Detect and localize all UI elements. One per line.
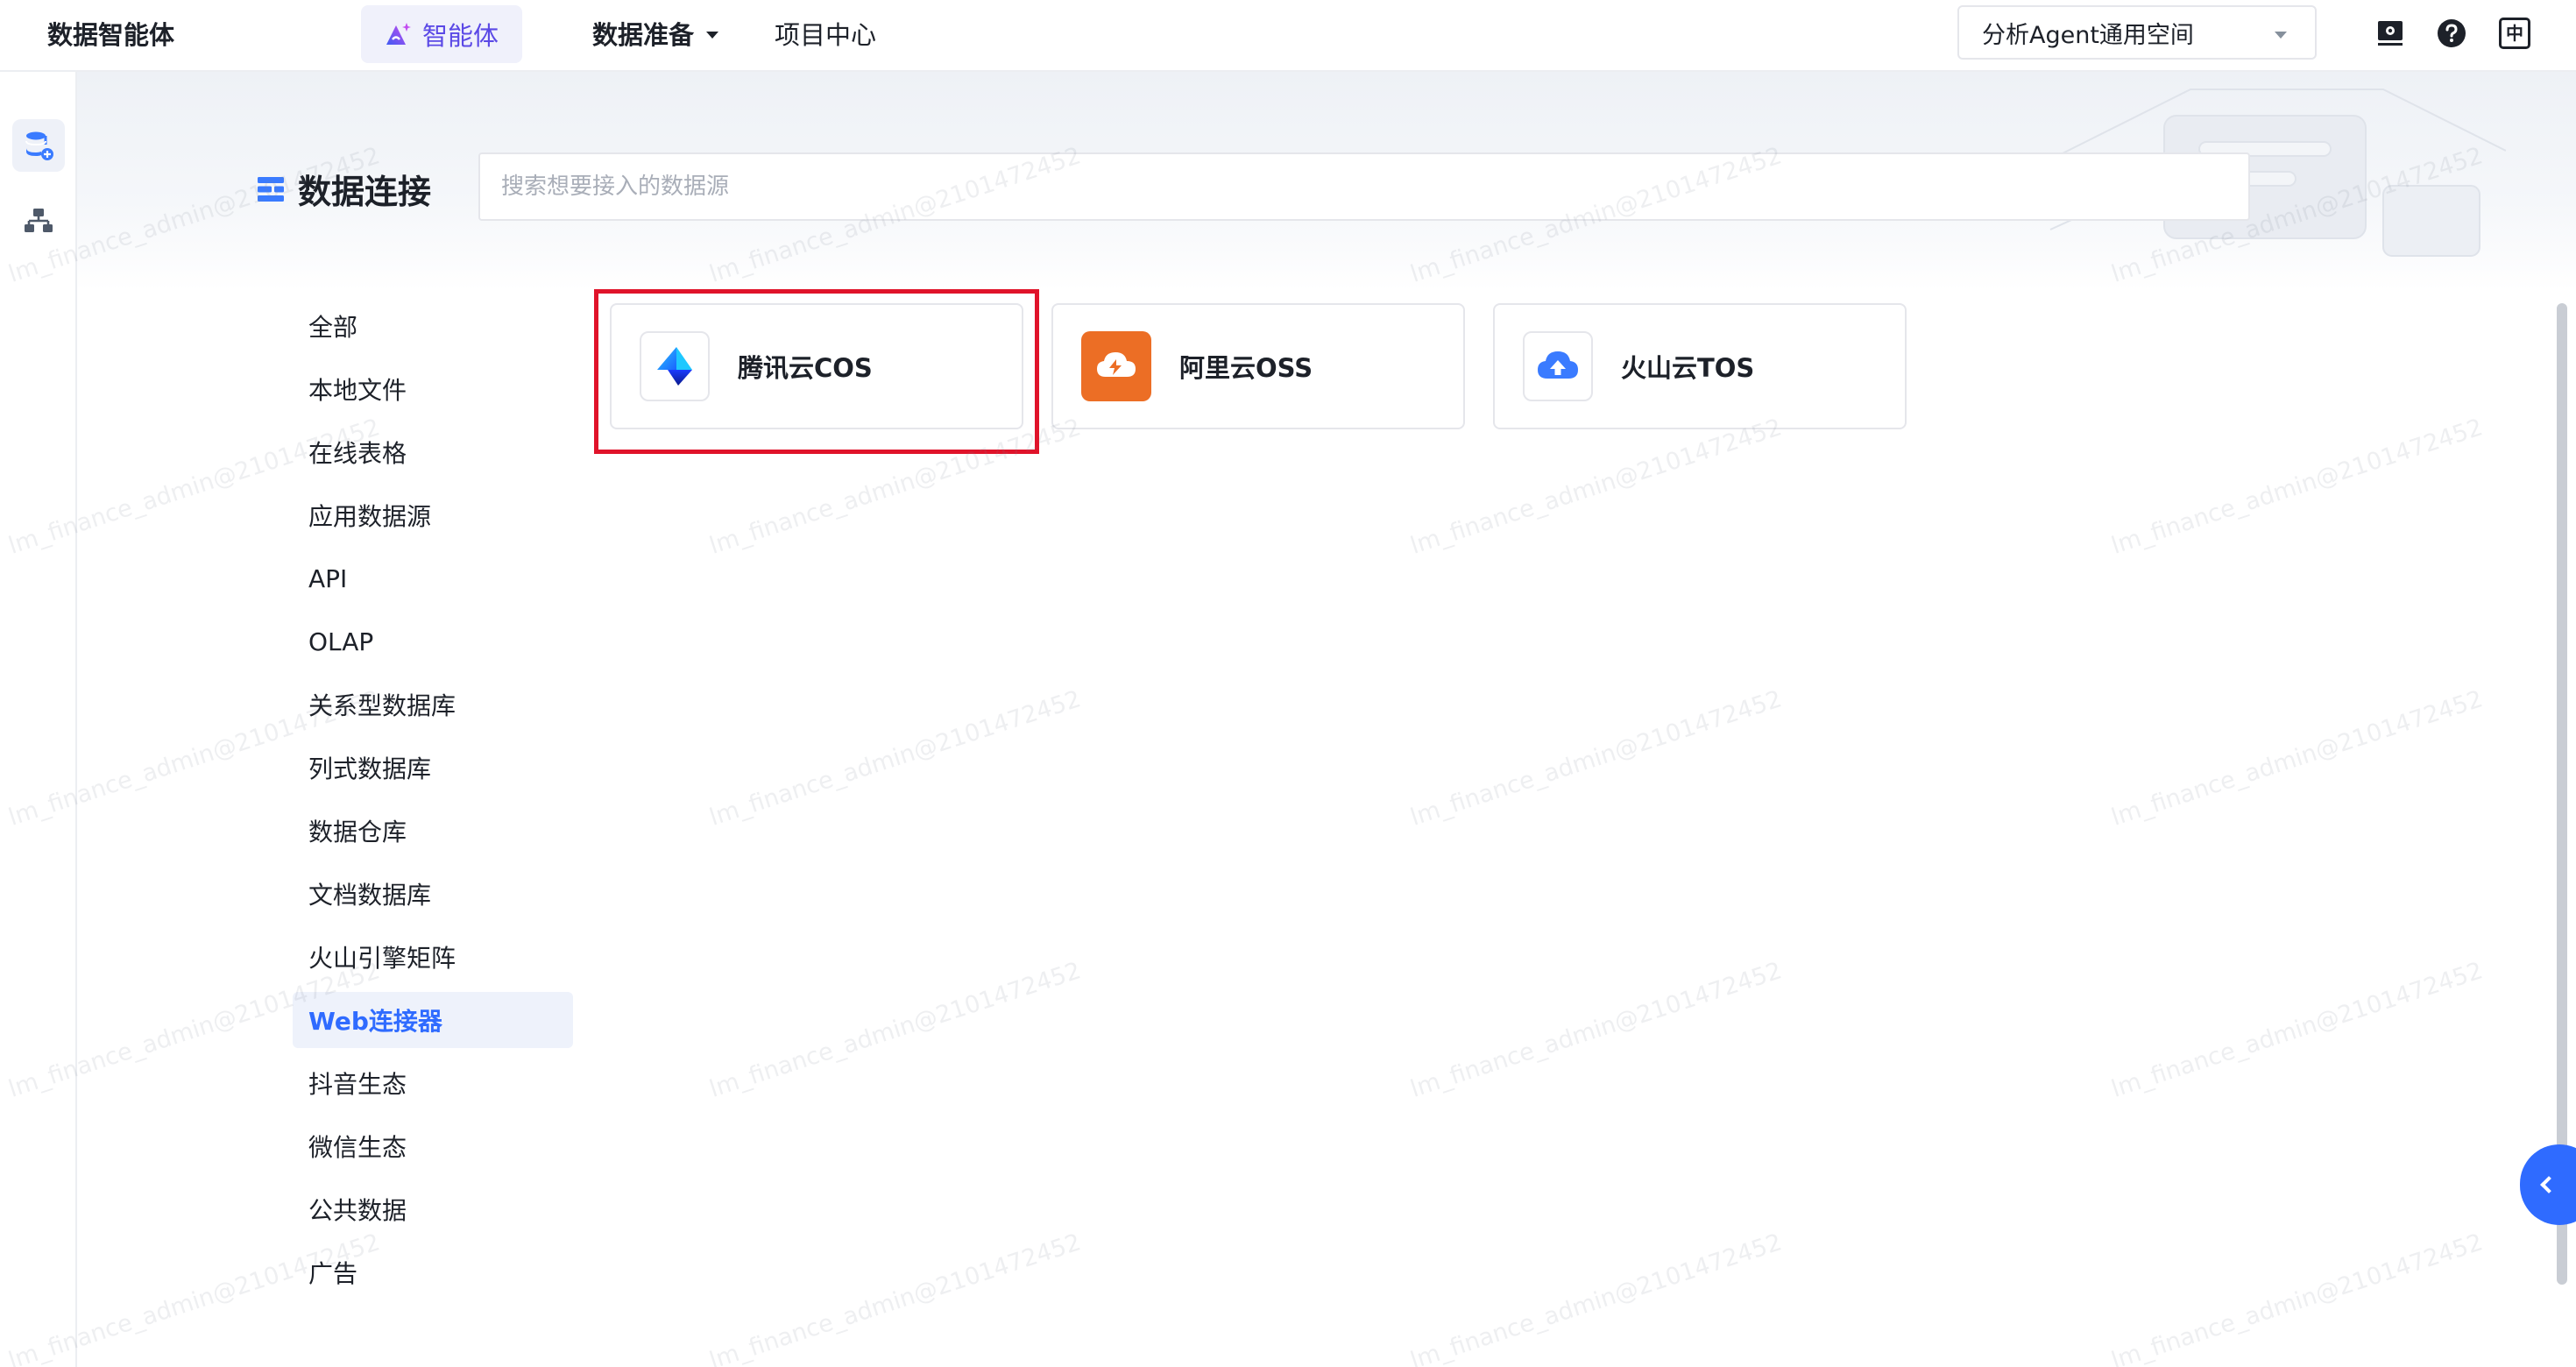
rail-item-data-connection[interactable] <box>12 119 65 172</box>
nav-agent-label: 智能体 <box>422 21 499 51</box>
left-rail <box>0 72 77 1367</box>
watermark-text: lm_finance_admin@2101472452 <box>706 414 1085 560</box>
chevron-left-icon <box>2540 1176 2558 1193</box>
database-add-icon <box>25 131 53 160</box>
category-item[interactable]: Web连接器 <box>293 992 573 1048</box>
hierarchy-icon <box>25 209 53 232</box>
category-item[interactable]: 全部 <box>293 298 573 354</box>
watermark-text: lm_finance_admin@2101472452 <box>2108 685 2487 832</box>
watermark-text: lm_finance_admin@2101472452 <box>706 1229 1085 1367</box>
connector-name: 火山云TOS <box>1621 353 1755 383</box>
watermark-text: lm_finance_admin@2101472452 <box>706 957 1085 1103</box>
help-icon[interactable] <box>2436 18 2467 49</box>
volcano-tos-icon <box>1523 331 1593 401</box>
datasource-search-input[interactable] <box>478 152 2250 221</box>
category-item[interactable]: 微信生态 <box>293 1118 573 1174</box>
category-item[interactable]: 广告 <box>293 1244 573 1300</box>
aliyun-oss-icon <box>1081 331 1151 401</box>
connector-card-volcano-tos[interactable]: 火山云TOS <box>1493 303 1907 429</box>
connector-name: 阿里云OSS <box>1179 353 1313 383</box>
language-icon[interactable]: 中 <box>2499 18 2530 49</box>
watermark-text: lm_finance_admin@2101472452 <box>2108 1229 2487 1367</box>
app-title: 数据智能体 <box>47 20 175 50</box>
screen-record-icon[interactable] <box>2374 18 2406 49</box>
tencent-cos-icon <box>640 331 710 401</box>
agent-sparkle-icon <box>386 23 411 45</box>
category-item[interactable]: 本地文件 <box>293 361 573 417</box>
watermark-text: lm_finance_admin@2101472452 <box>1407 685 1786 832</box>
watermark-text: lm_finance_admin@2101472452 <box>1407 957 1786 1103</box>
caret-down-icon <box>706 32 719 39</box>
nav-data-prep-label: 数据准备 <box>592 20 695 50</box>
workspace-select[interactable]: 分析Agent通用空间 <box>1957 5 2317 60</box>
category-item[interactable]: 在线表格 <box>293 424 573 480</box>
watermark-text: lm_finance_admin@2101472452 <box>1407 1229 1786 1367</box>
watermark-text: lm_finance_admin@2101472452 <box>706 685 1085 832</box>
workspace-select-value: 分析Agent通用空间 <box>1982 21 2194 49</box>
category-item[interactable]: OLAP <box>293 613 573 669</box>
category-item[interactable]: API <box>293 550 573 606</box>
data-connection-icon <box>258 176 284 202</box>
watermark-text: lm_finance_admin@2101472452 <box>2108 957 2487 1103</box>
collapse-panel-button[interactable] <box>2520 1144 2576 1225</box>
category-list: 全部本地文件在线表格应用数据源 API OLAP 关系型数据库 列式数据库数据仓库文档数… <box>293 298 573 1307</box>
page-title-text: 数据连接 <box>298 173 432 211</box>
caret-down-icon <box>2275 32 2287 39</box>
category-item[interactable]: 应用数据源 <box>293 487 573 543</box>
category-item[interactable]: 火山引擎矩阵 <box>293 929 573 985</box>
page-title: 数据连接 <box>256 165 431 213</box>
nav-agent-tab[interactable]: 智能体 <box>361 5 522 63</box>
content-scrollbar[interactable] <box>2557 303 2567 1285</box>
connector-card-tencent-cos[interactable]: 腾讯云COS <box>610 303 1023 429</box>
rail-item-hierarchy[interactable] <box>12 195 65 247</box>
nav-project-center[interactable]: 项目中心 <box>775 18 876 53</box>
watermark-text: lm_finance_admin@2101472452 <box>2108 414 2487 560</box>
category-item[interactable]: 关系型数据库 <box>293 676 573 733</box>
connector-name: 腾讯云COS <box>738 353 873 383</box>
category-item[interactable]: 公共数据 <box>293 1181 573 1237</box>
watermark-text: lm_finance_admin@2101472452 <box>1407 414 1786 560</box>
category-item[interactable]: 数据仓库 <box>293 803 573 859</box>
category-item[interactable]: 文档数据库 <box>293 866 573 922</box>
category-item[interactable]: 列式数据库 <box>293 740 573 796</box>
language-label: 中 <box>2506 23 2523 44</box>
top-navigation-bar: 数据智能体 智能体 数据准备 项目中心 分析Agent通用空间 中 <box>0 0 2576 72</box>
nav-data-prep-menu[interactable]: 数据准备 <box>592 18 719 53</box>
category-item[interactable]: 抖音生态 <box>293 1055 573 1111</box>
connector-card-aliyun-oss[interactable]: 阿里云OSS <box>1051 303 1465 429</box>
